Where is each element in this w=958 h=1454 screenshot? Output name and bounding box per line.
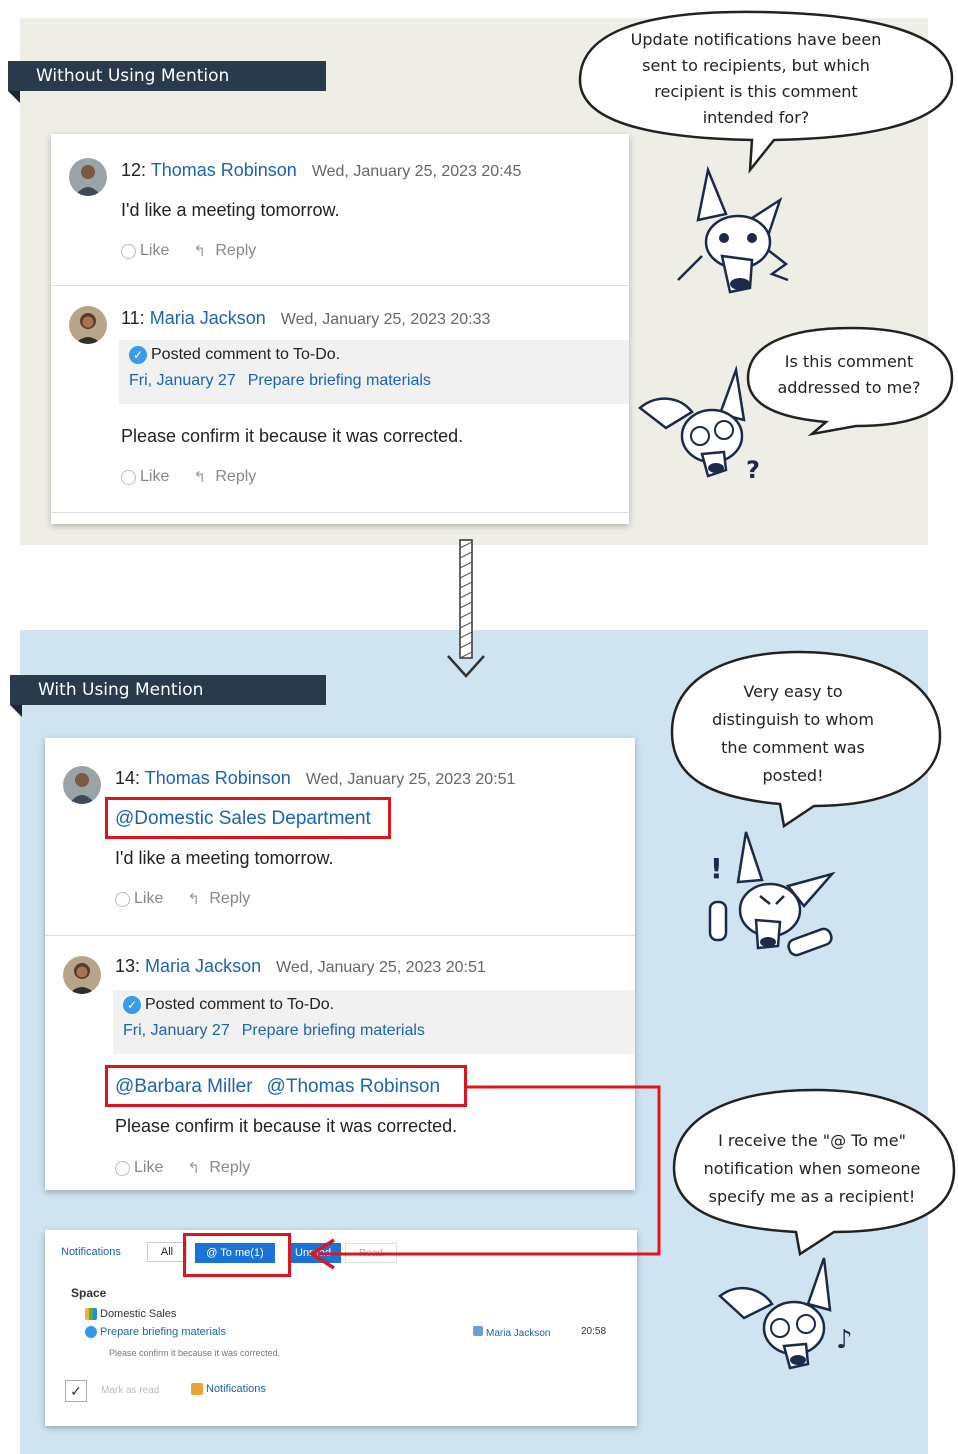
bubble-line: intended for? [702, 108, 810, 127]
svg-text:?: ? [746, 456, 760, 484]
questioning-mascot-icon: ? [638, 365, 760, 484]
bubble-line: Update notifications have been [630, 30, 882, 49]
bubble-line: Is this comment [784, 352, 914, 371]
bubble-2-text: Is this comment addressed to me? [760, 349, 938, 401]
confused-mascot-icon [677, 165, 789, 294]
bubble-4-text: I receive the "@ To me" notification whe… [676, 1127, 948, 1211]
bubble-line: notification when someone [703, 1159, 921, 1178]
svg-text:!: ! [710, 852, 723, 885]
surprised-mascot-icon: ! [708, 831, 836, 957]
bubble-line: addressed to me? [777, 378, 921, 397]
bubble-3-text: Very easy to distinguish to whom the com… [684, 678, 902, 790]
bubble-line: Very easy to [743, 682, 843, 701]
bubble-1-text: Update notifications have been sent to r… [600, 27, 912, 131]
bubble-line: the comment was [721, 738, 865, 757]
bubble-line: distinguish to whom [712, 710, 874, 729]
bubble-line: specify me as a recipient! [708, 1187, 916, 1206]
bubble-line: posted! [762, 766, 824, 785]
bubble-line: sent to recipients, but which [642, 56, 870, 75]
svg-text:♪: ♪ [836, 1325, 853, 1355]
happy-mascot-icon: ♪ [718, 1257, 853, 1370]
bubble-line: I receive the "@ To me" [718, 1131, 906, 1150]
bubble-line: recipient is this comment [654, 82, 858, 101]
